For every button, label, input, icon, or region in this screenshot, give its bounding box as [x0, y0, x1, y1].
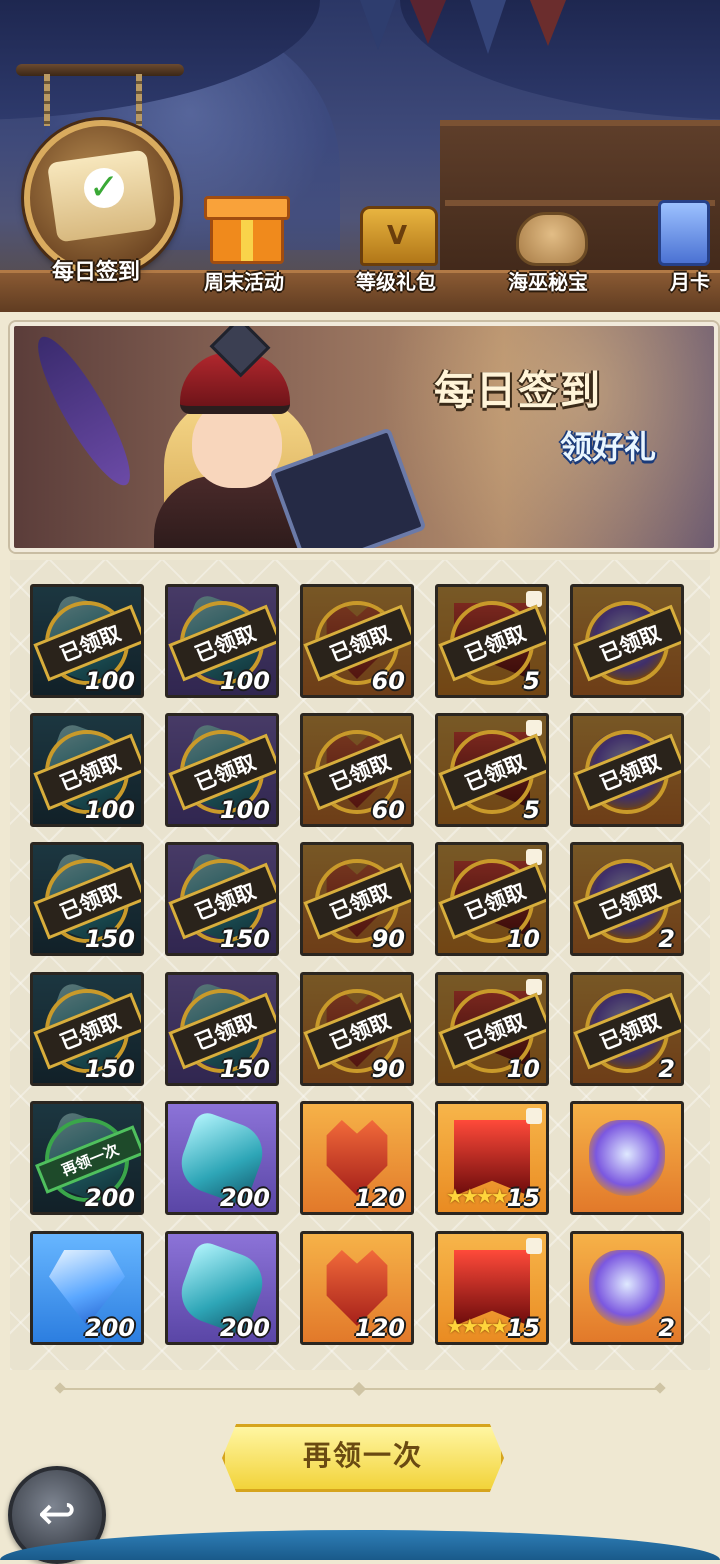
chain — [136, 74, 142, 126]
reward-cell[interactable]: 150 已领取 — [165, 972, 279, 1086]
reward-cell[interactable]: 10 已领取 — [435, 972, 549, 1086]
card-icon — [640, 186, 720, 266]
star-rating-icon: ★★★★ — [446, 1314, 509, 1338]
item-quantity: 150 — [219, 1055, 270, 1083]
treasure-sack-icon — [508, 186, 588, 266]
item-quantity: 200 — [84, 1314, 135, 1342]
item-quantity: 200 — [219, 1184, 270, 1212]
reward-cell[interactable]: 120 — [300, 1101, 414, 1215]
star-rating-icon: ★★★★ — [446, 1184, 509, 1208]
relic-icon — [589, 1120, 665, 1196]
reward-cell[interactable]: 150 已领取 — [165, 842, 279, 956]
item-quantity: 15 — [506, 1184, 540, 1212]
reward-cell[interactable]: 150 已领取 — [30, 972, 144, 1086]
reward-cell[interactable]: 100 已领取 — [30, 713, 144, 827]
item-quantity: 10 — [506, 1055, 540, 1083]
puzzle-piece-icon — [526, 1238, 542, 1254]
banner-title: 每日签到 — [434, 368, 602, 414]
item-quantity: 150 — [219, 925, 270, 953]
item-quantity: 120 — [354, 1184, 405, 1212]
chain — [44, 74, 50, 126]
tab-label: 每日签到 — [51, 260, 140, 285]
reward-cell[interactable] — [570, 1101, 684, 1215]
reward-cell[interactable]: 90 已领取 — [300, 842, 414, 956]
scroll-check-icon: ✓ — [24, 120, 180, 276]
item-quantity: 90 — [371, 925, 405, 953]
relic-icon — [589, 1250, 665, 1326]
item-quantity: 60 — [371, 796, 405, 824]
reward-cell[interactable]: 5 已领取 — [435, 713, 549, 827]
quill-feather — [24, 327, 144, 495]
reward-cell[interactable]: 200 再领一次 — [30, 1101, 144, 1215]
gift-icon — [204, 186, 290, 264]
reward-cell[interactable]: 200 — [165, 1101, 279, 1215]
item-quantity: 5 — [523, 796, 540, 824]
item-quantity: 60 — [371, 667, 405, 695]
checkin-banner: 每日签到 领好礼 — [10, 322, 718, 552]
treasure-chest-icon: V — [356, 186, 438, 266]
footer-decoration — [0, 1530, 720, 1560]
sign-rod — [16, 64, 184, 76]
reward-cell[interactable]: 200 — [30, 1231, 144, 1345]
reward-cell[interactable]: 已领取 — [570, 584, 684, 698]
reward-cell[interactable]: 60 已领取 — [300, 584, 414, 698]
reward-cell[interactable]: 200 — [165, 1231, 279, 1345]
top-scene: ✓ 每日签到 周末活动 V 等级礼包 海巫秘宝 月卡 — [0, 0, 720, 312]
item-quantity: 100 — [84, 667, 135, 695]
tab-label: 周末活动 — [204, 270, 284, 294]
item-quantity: 100 — [84, 796, 135, 824]
puzzle-piece-icon — [526, 1108, 542, 1124]
item-quantity: 5 — [523, 667, 540, 695]
claim-again-button[interactable]: 再领一次 — [222, 1424, 504, 1492]
tab-weekend-event[interactable]: 周末活动 — [174, 150, 314, 300]
item-quantity: 200 — [84, 1184, 135, 1212]
tab-level-pack[interactable]: V 等级礼包 — [326, 150, 466, 300]
tab-daily-checkin[interactable]: ✓ 每日签到 — [24, 120, 180, 290]
tab-label: 月卡 — [670, 270, 710, 294]
item-quantity: 120 — [354, 1314, 405, 1342]
reward-cell[interactable]: 100 已领取 — [30, 584, 144, 698]
item-quantity: 150 — [84, 925, 135, 953]
item-quantity: 2 — [658, 1314, 675, 1342]
item-quantity: 100 — [219, 667, 270, 695]
pennants — [330, 0, 710, 70]
reward-cell[interactable]: 120 — [300, 1231, 414, 1345]
reward-cell[interactable]: 已领取 — [570, 713, 684, 827]
reward-cell[interactable]: 10 已领取 — [435, 842, 549, 956]
item-quantity: 200 — [219, 1314, 270, 1342]
item-quantity: 90 — [371, 1055, 405, 1083]
reward-cell[interactable]: 60 已领取 — [300, 713, 414, 827]
item-quantity: 150 — [84, 1055, 135, 1083]
reward-cell[interactable]: 2 已领取 — [570, 972, 684, 1086]
reward-cell[interactable]: 2 已领取 — [570, 842, 684, 956]
reward-cell[interactable]: 2 — [570, 1231, 684, 1345]
item-quantity: 2 — [658, 925, 675, 953]
tab-monthly-card[interactable]: 月卡 — [630, 150, 720, 300]
item-quantity: 10 — [506, 925, 540, 953]
tab-label: 海巫秘宝 — [508, 270, 588, 294]
reward-cell[interactable]: 100 已领取 — [165, 713, 279, 827]
reward-cell[interactable]: 150 已领取 — [30, 842, 144, 956]
back-arrow-icon: ↩ — [37, 1486, 77, 1540]
reward-cell[interactable]: 100 已领取 — [165, 584, 279, 698]
banner-subtitle: 领好礼 — [560, 428, 657, 466]
reward-cell[interactable]: ★★★★ 15 — [435, 1101, 549, 1215]
item-quantity: 2 — [658, 1055, 675, 1083]
reward-cell[interactable]: 5 已领取 — [435, 584, 549, 698]
tab-label: 等级礼包 — [356, 270, 436, 294]
item-quantity: 15 — [506, 1314, 540, 1342]
item-quantity: 100 — [219, 796, 270, 824]
reward-cell[interactable]: ★★★★ 15 — [435, 1231, 549, 1345]
reward-cell[interactable]: 90 已领取 — [300, 972, 414, 1086]
tab-sea-witch-treasure[interactable]: 海巫秘宝 — [478, 150, 618, 300]
character-illustration — [24, 326, 427, 548]
